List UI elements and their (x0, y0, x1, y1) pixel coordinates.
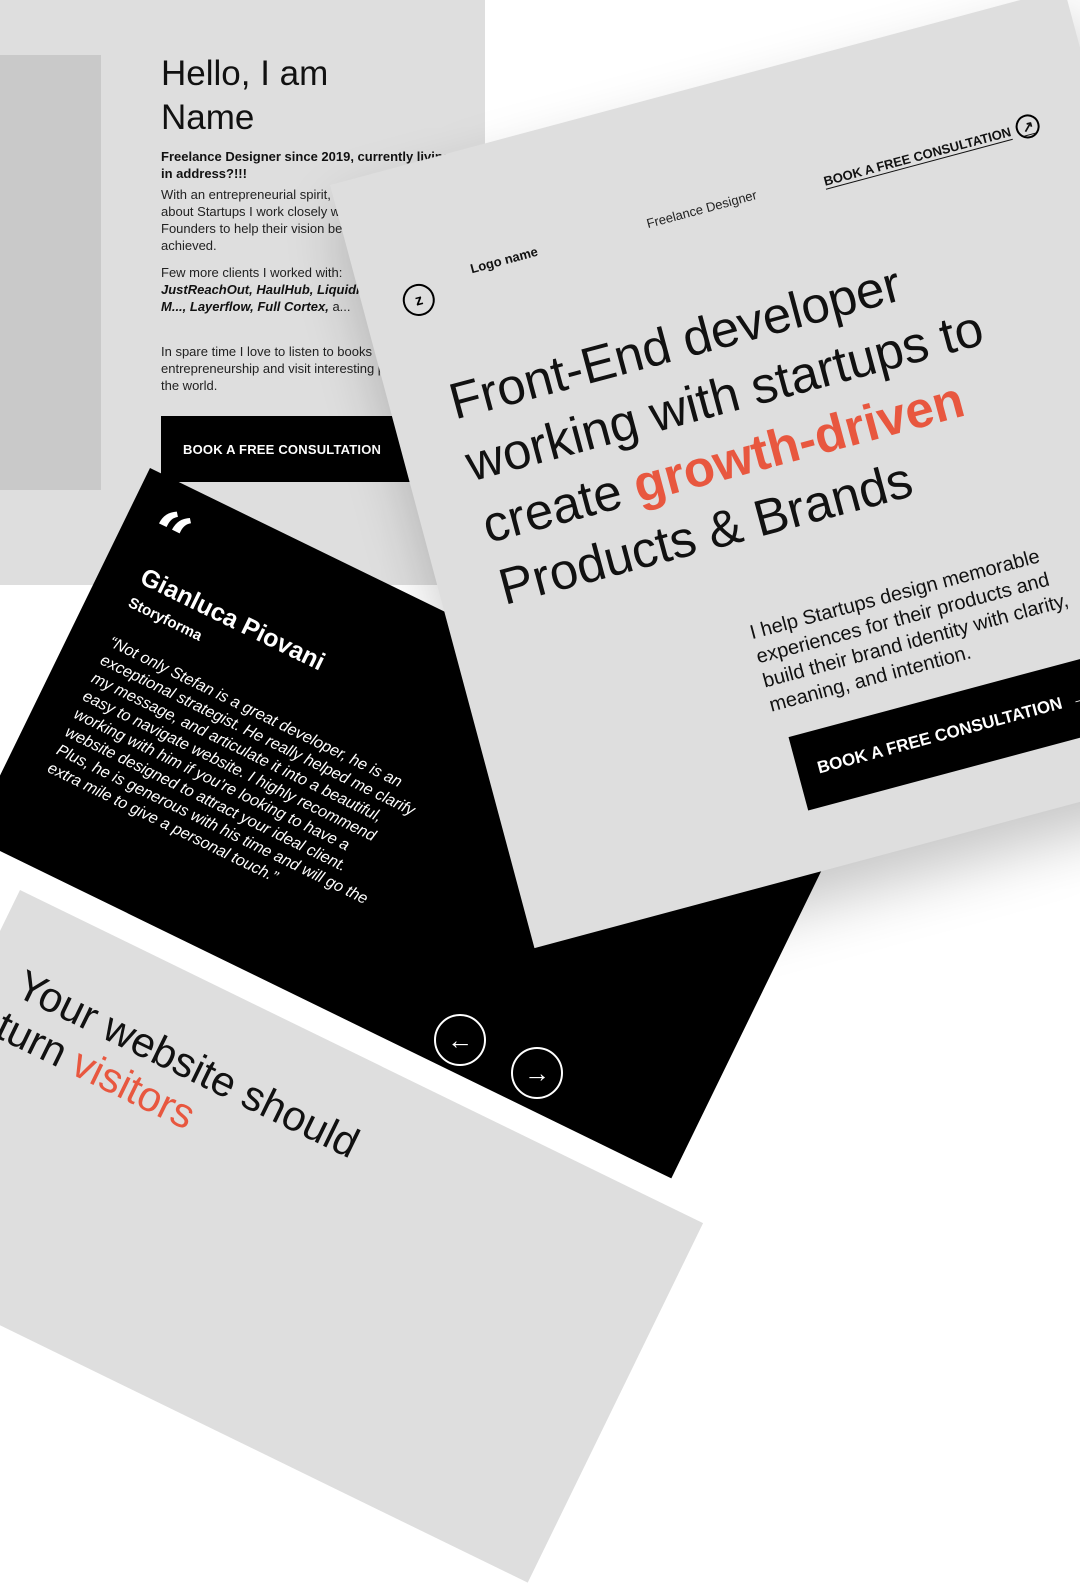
hero-role: Freelance Designer (644, 187, 759, 232)
testimonial-quote: “Not only Stefan is a great developer, h… (44, 633, 418, 908)
logo-name[interactable]: Logo name (469, 244, 540, 276)
previous-testimonial-button[interactable]: ← (434, 1014, 486, 1066)
header-book-consultation-link[interactable]: BOOK A FREE CONSULTATION ↗ (821, 111, 1043, 193)
about-heading-line1: Hello, I am (161, 54, 329, 93)
about-heading-name: Name (161, 98, 255, 137)
about-heading: Hello, I am Name (161, 52, 461, 140)
arrow-left-icon: ← (447, 1024, 473, 1055)
profile-photo-placeholder (0, 55, 101, 490)
quote-icon: “ (135, 494, 202, 579)
logo-icon[interactable]: z (399, 280, 439, 320)
arrow-right-icon: → (524, 1057, 550, 1088)
header-cta-label: BOOK A FREE CONSULTATION (821, 123, 1013, 189)
clients-suffix: a... (332, 299, 351, 314)
hero-cta-label: BOOK A FREE CONSULTATION (815, 693, 1065, 778)
clients-label: Few more clients I worked with: (161, 265, 343, 280)
arrow-up-right-icon: ↗ (1013, 111, 1043, 142)
arrow-right-icon: → (1069, 686, 1080, 710)
logo-letter: z (412, 290, 425, 310)
next-testimonial-button[interactable]: → (511, 1047, 563, 1099)
